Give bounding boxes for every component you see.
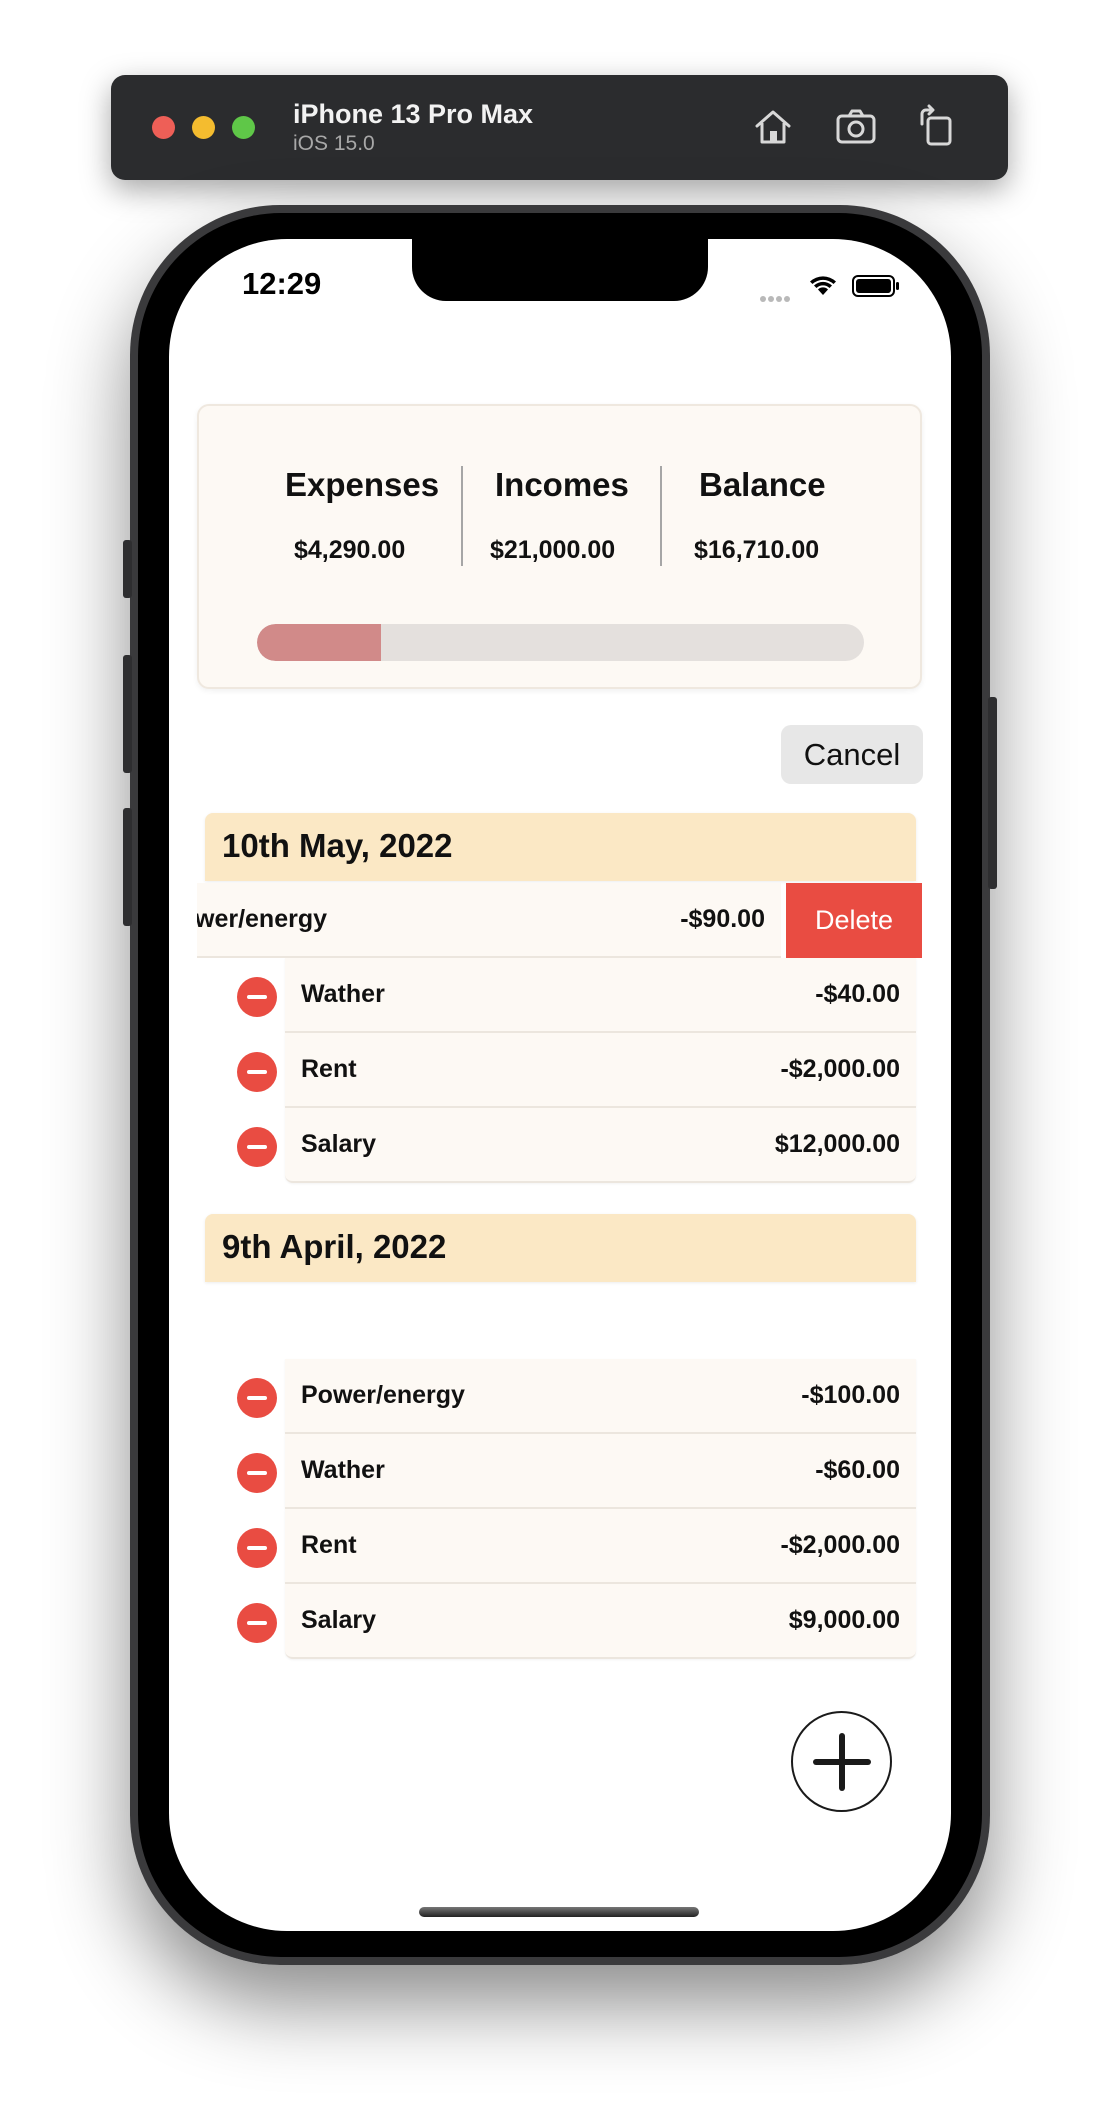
transaction-name: Salary <box>301 1130 377 1158</box>
transaction-amount: -$90.00 <box>680 905 765 933</box>
plus-icon <box>813 1733 871 1791</box>
transaction-row-swiped[interactable]: wer/energy -$90.00 <box>197 883 781 958</box>
transaction-amount: -$60.00 <box>815 1456 900 1484</box>
expenses-label: Expenses <box>285 466 440 503</box>
cellular-signal-icon <box>760 289 792 307</box>
delete-row-minus-icon[interactable] <box>237 1052 277 1092</box>
power-button <box>988 697 997 889</box>
incomes-value: $21,000.00 <box>490 536 616 564</box>
transaction-name: wer/energy <box>197 905 328 933</box>
summary-divider <box>660 466 662 566</box>
home-icon <box>755 110 791 144</box>
transaction-row[interactable]: Rent -$2,000.00 <box>285 1033 916 1108</box>
expense-ratio-fill <box>257 624 381 661</box>
transaction-amount: -$40.00 <box>815 980 900 1008</box>
delete-row-minus-icon[interactable] <box>237 1603 277 1643</box>
transaction-row[interactable]: Salary $9,000.00 <box>285 1584 916 1659</box>
delete-row-minus-icon[interactable] <box>237 977 277 1017</box>
add-transaction-button[interactable] <box>791 1711 892 1812</box>
delete-row-minus-icon[interactable] <box>237 1453 277 1493</box>
volume-up-button <box>123 655 132 773</box>
delete-row-minus-icon[interactable] <box>237 1378 277 1418</box>
delete-button[interactable]: Delete <box>786 883 922 958</box>
expense-ratio-bar <box>257 624 864 661</box>
transaction-amount: -$100.00 <box>801 1381 900 1409</box>
mute-switch <box>123 540 132 598</box>
wifi-icon <box>810 276 836 295</box>
transaction-row[interactable]: Power/energy -$100.00 <box>285 1359 916 1434</box>
notch <box>412 239 708 301</box>
incomes-label: Incomes <box>495 466 629 503</box>
transaction-row[interactable]: Salary $12,000.00 <box>285 1108 916 1183</box>
transaction-name: Rent <box>301 1055 357 1083</box>
zoom-window-button[interactable] <box>232 116 255 139</box>
transaction-name: Rent <box>301 1531 357 1559</box>
transaction-name: Wather <box>301 1456 385 1484</box>
transaction-row[interactable]: Wather -$40.00 <box>285 958 916 1033</box>
balance-label: Balance <box>699 466 826 503</box>
minimize-window-button[interactable] <box>192 116 215 139</box>
transaction-amount: -$2,000.00 <box>780 1055 900 1083</box>
screenshot-icon <box>836 109 876 144</box>
rotate-button[interactable] <box>914 104 958 148</box>
summary-card: Expenses $4,290.00 Incomes $21,000.00 Ba… <box>197 404 922 689</box>
section-header: 10th May, 2022 <box>205 813 916 881</box>
cancel-button[interactable]: Cancel <box>781 725 923 784</box>
transaction-row[interactable]: Wather -$60.00 <box>285 1434 916 1509</box>
section-date: 9th April, 2022 <box>222 1228 447 1265</box>
home-button[interactable] <box>751 104 795 148</box>
battery-icon <box>852 275 899 297</box>
screenshot-button[interactable] <box>834 104 878 148</box>
transaction-amount: -$2,000.00 <box>780 1531 900 1559</box>
close-window-button[interactable] <box>152 116 175 139</box>
delete-row-minus-icon[interactable] <box>237 1127 277 1167</box>
simulator-os-version: iOS 15.0 <box>293 132 375 155</box>
section-header: 9th April, 2022 <box>205 1214 916 1282</box>
phone-screen: 12:29 Expenses $4,290.00 Incomes $21,000… <box>169 239 951 1931</box>
transaction-amount: $12,000.00 <box>774 1130 900 1158</box>
summary-divider <box>461 466 463 566</box>
transaction-name: Power/energy <box>301 1381 465 1409</box>
balance-value: $16,710.00 <box>694 536 820 564</box>
delete-row-minus-icon[interactable] <box>237 1528 277 1568</box>
simulator-device-name: iPhone 13 Pro Max <box>293 99 534 129</box>
section-date: 10th May, 2022 <box>222 827 453 864</box>
transaction-name: Salary <box>301 1606 377 1634</box>
status-time: 12:29 <box>242 266 322 301</box>
volume-down-button <box>123 808 132 926</box>
transaction-name: Wather <box>301 980 385 1008</box>
expenses-value: $4,290.00 <box>294 536 406 564</box>
transaction-amount: $9,000.00 <box>788 1606 900 1634</box>
rotate-icon <box>920 104 952 146</box>
transaction-row[interactable]: Rent -$2,000.00 <box>285 1509 916 1584</box>
home-indicator <box>419 1907 699 1917</box>
